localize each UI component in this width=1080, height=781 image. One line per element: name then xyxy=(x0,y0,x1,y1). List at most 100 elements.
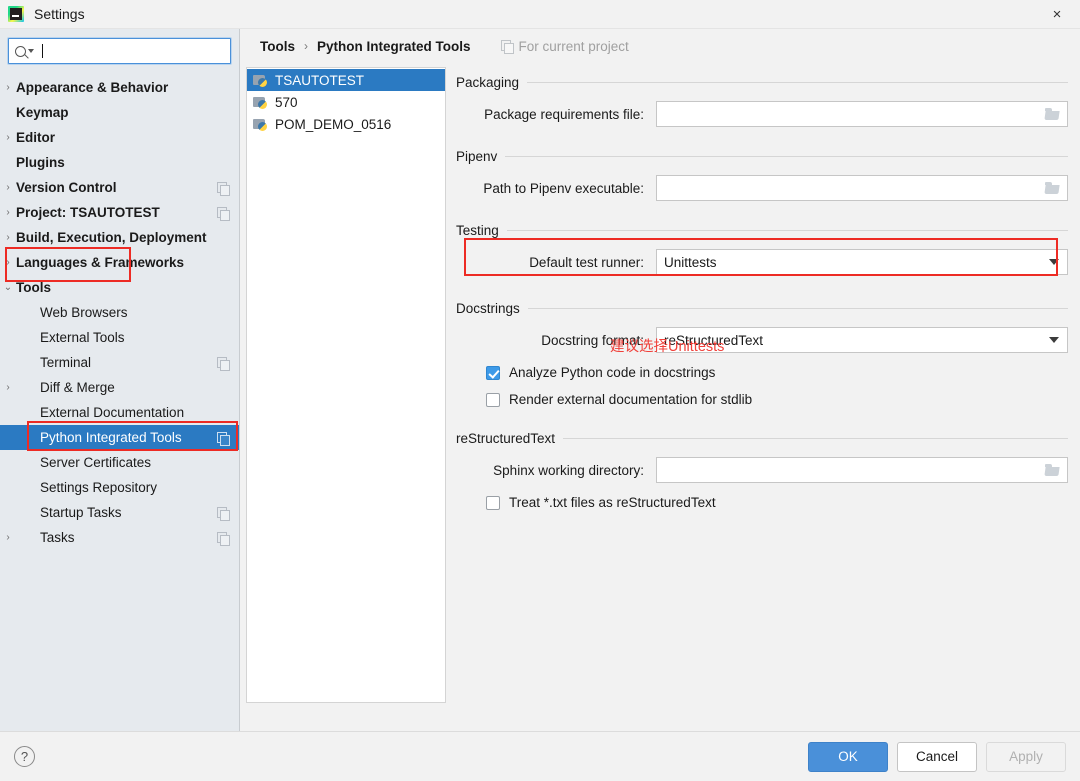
help-icon[interactable]: ? xyxy=(14,746,35,767)
pycharm-logo-icon xyxy=(8,6,24,22)
ok-button[interactable]: OK xyxy=(808,741,888,772)
chevron-right-icon[interactable]: › xyxy=(0,532,16,543)
chevron-right-icon[interactable]: › xyxy=(0,207,16,218)
group-divider xyxy=(506,230,1068,231)
group-docstrings: Docstrings xyxy=(456,275,1068,316)
pipenv-path-input[interactable] xyxy=(656,175,1068,201)
project-list-item[interactable]: TSAUTOTEST xyxy=(247,69,445,91)
project-name: TSAUTOTEST xyxy=(275,72,365,88)
sidebar-item-startup-tasks[interactable]: Startup Tasks xyxy=(0,500,239,525)
sidebar-item-label: Build, Execution, Deployment xyxy=(16,230,207,245)
breadcrumb: Tools › Python Integrated Tools For curr… xyxy=(240,29,1080,63)
search-dropdown-icon[interactable] xyxy=(28,49,34,53)
sidebar-item-web-browsers[interactable]: Web Browsers xyxy=(0,300,239,325)
sidebar-item-external-tools[interactable]: External Tools xyxy=(0,325,239,350)
sphinx-directory-input[interactable] xyxy=(656,457,1068,483)
project-list-item[interactable]: POM_DEMO_0516 xyxy=(247,113,445,135)
package-requirements-input[interactable] xyxy=(656,101,1068,127)
for-current-project-note: For current project xyxy=(500,38,629,54)
sphinx-directory-label: Sphinx working directory: xyxy=(493,462,644,478)
sidebar-item-languages-frameworks[interactable]: › Languages & Frameworks xyxy=(0,250,239,275)
checkbox-label: Render external documentation for stdlib xyxy=(509,392,753,407)
sidebar-item-python-integrated-tools[interactable]: Python Integrated Tools xyxy=(0,425,239,450)
group-title-testing: Testing xyxy=(456,223,499,238)
field-sphinx-directory: Sphinx working directory: xyxy=(456,457,1068,483)
sidebar-item-label: Appearance & Behavior xyxy=(16,80,169,95)
copy-icon xyxy=(217,356,230,371)
sidebar-item-tools[interactable]: ⌄ Tools xyxy=(0,275,239,300)
sidebar-item-editor[interactable]: › Editor xyxy=(0,125,239,150)
chevron-right-icon[interactable]: › xyxy=(0,182,16,193)
chevron-right-icon[interactable]: › xyxy=(0,382,16,393)
sidebar-item-diff-merge[interactable]: › Diff & Merge xyxy=(0,375,239,400)
python-folder-icon xyxy=(253,118,268,131)
breadcrumb-parent[interactable]: Tools xyxy=(260,39,295,54)
search-input[interactable] xyxy=(8,38,231,64)
content-row: TSAUTOTEST 570 POM_DEMO_0516 Packaging Pac… xyxy=(240,63,1080,731)
copy-icon xyxy=(217,531,230,546)
sidebar-item-tasks[interactable]: › Tasks xyxy=(0,525,239,550)
breadcrumb-separator-icon: › xyxy=(304,39,308,53)
chevron-down-icon[interactable]: ⌄ xyxy=(0,282,16,293)
sidebar-item-server-certificates[interactable]: Server Certificates xyxy=(0,450,239,475)
browse-button[interactable] xyxy=(1039,458,1065,482)
chevron-down-icon[interactable] xyxy=(1049,259,1059,265)
project-name: POM_DEMO_0516 xyxy=(275,116,392,132)
sidebar-item-label: External Documentation xyxy=(40,405,185,420)
chevron-right-icon[interactable]: › xyxy=(0,257,16,268)
sidebar-item-version-control[interactable]: › Version Control xyxy=(0,175,239,200)
for-current-project-label: For current project xyxy=(518,38,629,54)
chevron-right-icon[interactable]: › xyxy=(0,82,16,93)
settings-sidebar: › Appearance & Behavior Keymap › Editor Plu… xyxy=(0,29,240,731)
browse-button[interactable] xyxy=(1039,176,1065,200)
settings-tree: › Appearance & Behavior Keymap › Editor Plu… xyxy=(0,72,239,550)
chevron-right-icon[interactable]: › xyxy=(0,132,16,143)
chevron-right-icon[interactable]: › xyxy=(0,232,16,243)
title-bar: Settings × xyxy=(0,0,1080,28)
default-test-runner-select[interactable]: Unittests xyxy=(656,249,1068,275)
checkbox-input[interactable] xyxy=(486,392,500,407)
checkbox-analyze-python-code[interactable]: Analyze Python code in docstrings xyxy=(456,365,1068,380)
sidebar-item-label: Settings Repository xyxy=(40,480,158,495)
sidebar-item-settings-repository[interactable]: Settings Repository xyxy=(0,475,239,500)
sidebar-item-plugins[interactable]: Plugins xyxy=(0,150,239,175)
sidebar-item-build-execution-deployment[interactable]: › Build, Execution, Deployment xyxy=(0,225,239,250)
close-icon[interactable]: × xyxy=(1034,0,1080,28)
checkbox-input[interactable] xyxy=(486,495,500,510)
sidebar-item-keymap[interactable]: Keymap xyxy=(0,100,239,125)
checkbox-label: Analyze Python code in docstrings xyxy=(509,365,716,380)
sidebar-item-external-documentation[interactable]: External Documentation xyxy=(0,400,239,425)
field-default-test-runner: Default test runner: Unittests xyxy=(456,238,1068,276)
window-title: Settings xyxy=(34,6,85,22)
sidebar-item-label: External Tools xyxy=(40,330,125,345)
group-title-docstrings: Docstrings xyxy=(456,301,520,316)
settings-dialog: Settings × › Appearance & Behavior Keymap… xyxy=(0,0,1080,781)
sidebar-item-label: Project: TSAUTOTEST xyxy=(16,205,160,220)
group-restructuredtext: reStructuredText xyxy=(456,407,1068,446)
field-docstring-format: Docstring format: reStructuredText xyxy=(456,327,1068,353)
sidebar-item-terminal[interactable]: Terminal xyxy=(0,350,239,375)
cancel-button[interactable]: Cancel xyxy=(897,741,977,772)
annotation-chinese-note: 建议选择Unittests xyxy=(610,339,725,355)
checkbox-render-external-docs[interactable]: Render external documentation for stdlib xyxy=(456,392,1068,407)
breadcrumb-current: Python Integrated Tools xyxy=(317,38,471,54)
sidebar-item-label: Tools xyxy=(16,280,51,295)
default-test-runner-label: Default test runner: xyxy=(529,254,644,270)
apply-button[interactable]: Apply xyxy=(986,741,1066,772)
checkbox-input[interactable] xyxy=(486,365,500,380)
settings-content: Tools › Python Integrated Tools For curr… xyxy=(240,29,1080,731)
chevron-down-icon[interactable] xyxy=(1049,337,1059,343)
group-divider xyxy=(563,438,1068,439)
checkbox-treat-txt-as-rst[interactable]: Treat *.txt files as reStructuredText xyxy=(456,495,1068,510)
project-list-item[interactable]: 570 xyxy=(247,91,445,113)
group-packaging: Packaging xyxy=(456,67,1068,90)
search-icon xyxy=(15,45,26,57)
sidebar-item-appearance-behavior[interactable]: › Appearance & Behavior xyxy=(0,75,239,100)
sidebar-item-project-tsautotest[interactable]: › Project: TSAUTOTEST xyxy=(0,200,239,225)
browse-button[interactable] xyxy=(1039,102,1065,126)
